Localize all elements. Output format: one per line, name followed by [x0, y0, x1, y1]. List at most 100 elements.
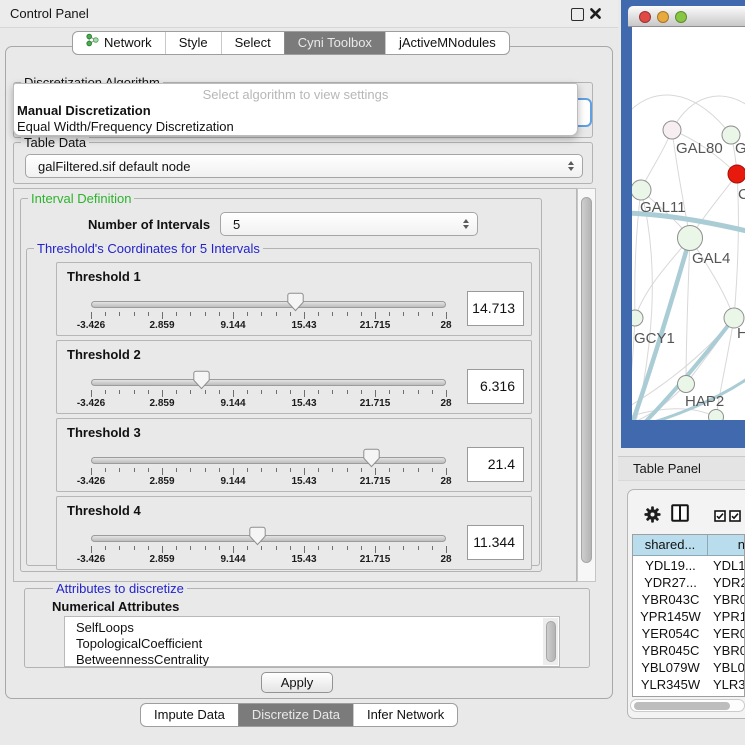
attribute-item-topologicalcoefficient[interactable]: TopologicalCoefficient [65, 636, 559, 652]
network-edge[interactable] [686, 238, 690, 384]
tab-cyni-toolbox[interactable]: Cyni Toolbox [284, 32, 385, 54]
algorithm-option-manual-discretization[interactable]: Manual Discretization [17, 103, 151, 118]
split-view-icon[interactable] [671, 504, 689, 527]
tick-mark [261, 546, 262, 550]
table-row[interactable]: YDL19...YDL1 [633, 557, 745, 574]
node-table[interactable]: shared... na YDL19...YDL1YDR27...YDR2YBR… [632, 534, 745, 697]
zoom-traffic-light-icon[interactable] [675, 11, 687, 23]
attribute-item-selfloops[interactable]: SelfLoops [65, 617, 559, 636]
network-node[interactable] [728, 165, 745, 183]
tab-select[interactable]: Select [221, 32, 284, 54]
attribute-item-betweennesscentrality[interactable]: BetweennessCentrality [65, 652, 559, 667]
tab-discretize-data[interactable]: Discretize Data [238, 704, 353, 726]
attributes-list-scrollbar-thumb[interactable] [546, 621, 556, 662]
table-row[interactable]: YIL052CYIL0 [633, 693, 745, 697]
slider-handle[interactable] [193, 370, 210, 390]
network-node[interactable] [678, 226, 703, 251]
tick-mark [91, 546, 92, 553]
slider-track[interactable] [91, 457, 446, 464]
table-row[interactable]: YDR27...YDR2 [633, 574, 745, 591]
tick-mark [162, 468, 163, 475]
network-window-titlebar[interactable] [628, 6, 745, 27]
network-edge[interactable] [635, 238, 690, 318]
slider-handle[interactable] [287, 292, 304, 312]
tick-mark [375, 468, 376, 475]
threshold-value-field[interactable]: 14.713 [467, 291, 524, 326]
numerical-attributes-list[interactable]: SelfLoopsTopologicalCoefficientBetweenne… [64, 616, 560, 667]
checkbox-checked-icon[interactable] [714, 509, 726, 527]
slider-handle[interactable] [363, 448, 380, 468]
network-edge[interactable] [632, 238, 690, 420]
threshold-panel-2: Threshold 2-3.4262.8599.14415.4321.71528… [56, 340, 532, 414]
table-data-combobox[interactable]: galFiltered.sif default node [25, 154, 583, 178]
settings-scrollbar[interactable] [577, 188, 596, 582]
attributes-list-scrollbar[interactable] [543, 618, 558, 665]
table-row[interactable]: YLR345WYLR3 [633, 676, 745, 693]
cell-shared-name: YBL079W [633, 659, 708, 676]
table-row[interactable]: YPR145WYPR1 [633, 608, 745, 625]
tab-style[interactable]: Style [165, 32, 221, 54]
gear-icon[interactable] [644, 506, 661, 528]
tick-mark [304, 390, 305, 397]
tick-label: 15.43 [291, 320, 316, 331]
table-horizontal-scrollbar[interactable] [630, 699, 745, 712]
tick-mark [432, 390, 433, 394]
slider-track[interactable] [91, 301, 446, 308]
algorithm-option-equal-width-frequency-discretization[interactable]: Equal Width/Frequency Discretization [17, 119, 234, 134]
slider-track[interactable] [91, 379, 446, 386]
column-header-name[interactable]: na [708, 535, 745, 556]
slider-tick-labels: -3.4262.8599.14415.4321.71528 [91, 554, 446, 566]
tick-mark [318, 468, 319, 472]
settings-scrollbar-thumb[interactable] [581, 197, 592, 563]
tick-label: 15.43 [291, 398, 316, 409]
float-icon[interactable] [571, 8, 584, 21]
tab-infer-network[interactable]: Infer Network [353, 704, 457, 726]
column-header-shared-name[interactable]: shared... [633, 535, 708, 556]
combobox-stepper-icon [463, 219, 469, 229]
checkbox-checked-icon[interactable] [729, 509, 741, 527]
tick-mark [190, 390, 191, 394]
network-node[interactable] [632, 180, 651, 200]
cell-name: YDL1 [708, 557, 745, 574]
node-label: GCY1 [634, 330, 675, 347]
close-traffic-light-icon[interactable] [639, 11, 651, 23]
threshold-value-field[interactable]: 11.344 [467, 525, 524, 560]
network-node[interactable] [709, 410, 724, 421]
tab-jactivemnodules[interactable]: jActiveMNodules [385, 32, 509, 54]
tick-mark [205, 546, 206, 550]
tick-label: 28 [440, 476, 451, 487]
slider-handle[interactable] [249, 526, 266, 546]
tick-mark [219, 312, 220, 316]
slider-track[interactable] [91, 535, 446, 542]
tick-mark [134, 546, 135, 550]
tick-mark [432, 468, 433, 472]
algorithm-dropdown-popup: Select algorithm to view settings Manual… [13, 83, 578, 136]
table-horizontal-scrollbar-thumb[interactable] [634, 702, 730, 710]
minimize-traffic-light-icon[interactable] [657, 11, 669, 23]
network-node[interactable] [663, 121, 681, 139]
cell-name: YLR3 [708, 676, 745, 693]
table-row[interactable]: YBR043CYBR0 [633, 591, 745, 608]
table-row[interactable]: YER054CYER0 [633, 625, 745, 642]
network-node[interactable] [678, 376, 695, 393]
apply-button[interactable]: Apply [261, 672, 333, 693]
cell-shared-name: YER054C [633, 625, 708, 642]
threshold-value-field[interactable]: 21.4 [467, 447, 524, 482]
table-row[interactable]: YBL079WYBL0 [633, 659, 745, 676]
network-canvas[interactable]: GAL80GACGAL11GAL4GCY1HHAP2 [632, 27, 745, 420]
network-node[interactable] [632, 310, 643, 326]
close-icon[interactable] [589, 7, 602, 20]
network-graph[interactable]: GAL80GACGAL11GAL4GCY1HHAP2 [632, 27, 745, 420]
tab-network[interactable]: Network [73, 32, 165, 54]
network-view-window[interactable]: GAL80GACGAL11GAL4GCY1HHAP2 [621, 0, 745, 448]
network-edge[interactable] [672, 96, 745, 130]
table-row[interactable]: YBR045CYBR0 [633, 642, 745, 659]
tab-impute-data[interactable]: Impute Data [141, 704, 238, 726]
tick-mark [148, 468, 149, 472]
tick-label: 9.144 [220, 554, 245, 565]
threshold-value-field[interactable]: 6.316 [467, 369, 524, 404]
tick-mark [361, 468, 362, 472]
tick-mark [332, 390, 333, 394]
number-of-intervals-combobox[interactable]: 5 [220, 212, 478, 236]
tick-label: -3.426 [77, 320, 105, 331]
